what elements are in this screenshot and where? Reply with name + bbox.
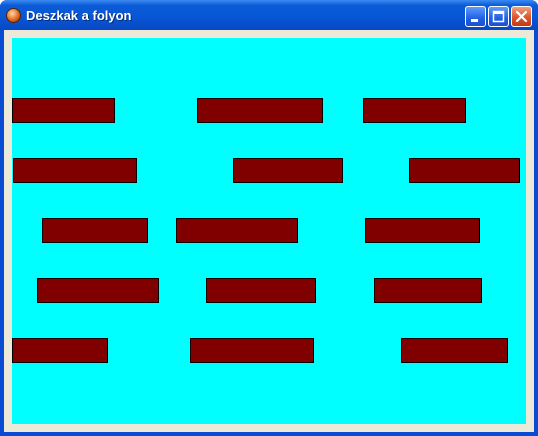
plank [374,278,482,303]
app-window: Deszkak a folyon [0,0,538,436]
plank [176,218,298,243]
minimize-button[interactable] [465,6,486,27]
plank [190,338,314,363]
window-border [0,432,538,436]
maximize-icon [492,10,505,23]
plank [13,158,137,183]
plank [233,158,343,183]
maximize-button[interactable] [488,6,509,27]
plank [37,278,159,303]
minimize-icon [471,19,478,22]
close-button[interactable] [511,6,532,27]
window-title: Deszkak a folyon [26,8,132,23]
plank [197,98,323,123]
plank [365,218,480,243]
plank [409,158,520,183]
plank [401,338,508,363]
plank [42,218,148,243]
plank [12,338,108,363]
plank [12,98,115,123]
plank [363,98,466,123]
app-icon[interactable] [6,8,21,23]
river-canvas[interactable] [12,38,526,424]
title-bar[interactable]: Deszkak a folyon [0,0,538,30]
plank [206,278,316,303]
close-icon [515,10,528,23]
